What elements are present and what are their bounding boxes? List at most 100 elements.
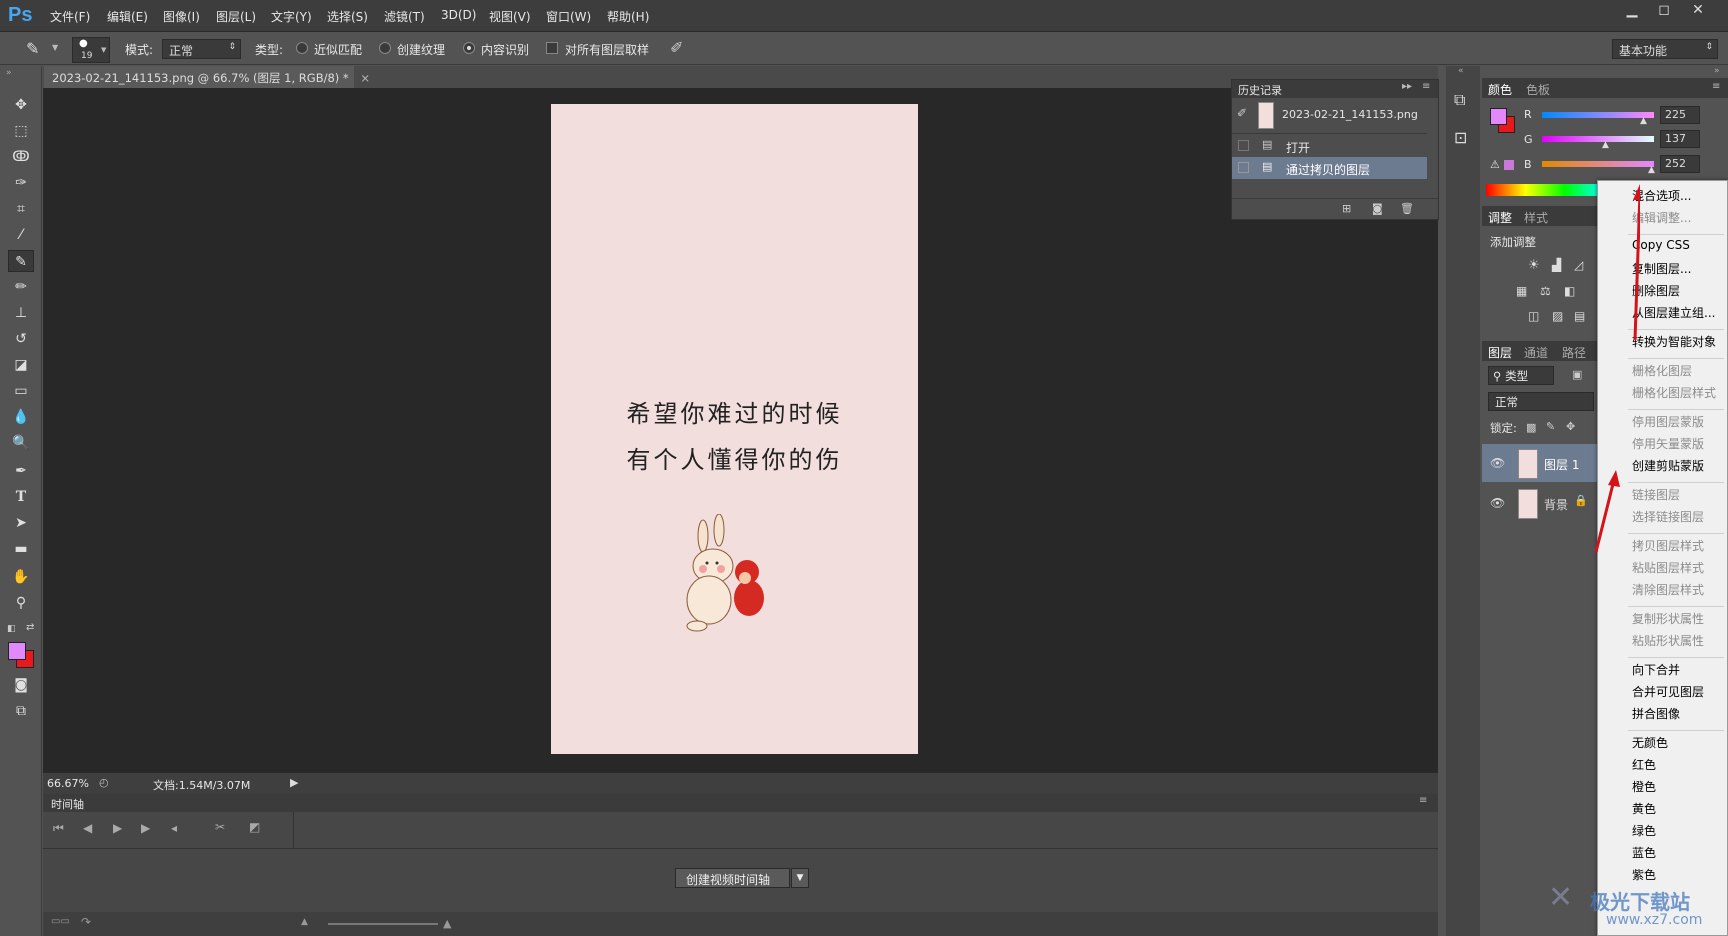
zoom-in-icon[interactable]: ▲ bbox=[443, 917, 451, 930]
gamut-warning-icon[interactable]: ⚠ bbox=[1490, 158, 1500, 171]
minimize-icon[interactable]: ▁ bbox=[1618, 2, 1646, 24]
type-tool-icon[interactable]: T bbox=[8, 486, 34, 508]
move-tool-icon[interactable]: ✥ bbox=[8, 94, 34, 116]
history-item[interactable]: ▤ 打开 bbox=[1232, 135, 1427, 157]
zoom-out-icon[interactable]: ▲ bbox=[301, 917, 308, 927]
eyedropper-tool-icon[interactable]: ⁄ bbox=[8, 224, 34, 246]
close-tab-icon[interactable]: × bbox=[360, 71, 370, 85]
context-menu-item[interactable]: 红色 bbox=[1632, 756, 1656, 773]
blur-tool-icon[interactable]: 💧 bbox=[8, 406, 34, 428]
brush-tool-icon[interactable]: ✏ bbox=[8, 276, 34, 298]
b-value[interactable]: 252 bbox=[1660, 155, 1700, 173]
lock-pixels-icon[interactable]: ✎ bbox=[1546, 420, 1555, 433]
collapse-icon[interactable]: « bbox=[1458, 66, 1464, 76]
hand-tool-icon[interactable]: ✋ bbox=[8, 566, 34, 588]
menu-help[interactable]: 帮助(H) bbox=[607, 8, 649, 25]
hue-sat-icon[interactable]: ▦ bbox=[1516, 284, 1527, 298]
pen-tool-icon[interactable]: ✒ bbox=[8, 460, 34, 482]
gradient-tool-icon[interactable]: ▭ bbox=[8, 380, 34, 402]
audio-icon[interactable]: ◂ bbox=[171, 821, 177, 835]
menu-filter[interactable]: 滤镜(T) bbox=[384, 8, 425, 25]
context-menu-item[interactable]: 无颜色 bbox=[1632, 734, 1668, 751]
panel-menu-icon[interactable]: ≡ bbox=[1419, 795, 1427, 806]
quick-select-tool-icon[interactable]: ✑ bbox=[8, 172, 34, 194]
frames-icon[interactable]: ▭▭ bbox=[51, 916, 70, 927]
next-frame-icon[interactable]: ▶ bbox=[141, 821, 150, 835]
pressure-size-icon[interactable]: ✐ bbox=[670, 38, 683, 57]
tool-preset-dropdown-icon[interactable]: ▼ bbox=[52, 43, 58, 52]
slider-thumb-icon[interactable]: ▲ bbox=[1602, 140, 1609, 150]
context-menu-item[interactable]: 橙色 bbox=[1632, 778, 1656, 795]
convert-icon[interactable]: ↷ bbox=[81, 915, 91, 929]
properties-panel-icon[interactable]: ⊡ bbox=[1454, 128, 1467, 147]
context-menu-item[interactable]: 创建剪贴蒙版 bbox=[1632, 457, 1704, 474]
menu-file[interactable]: 文件(F) bbox=[50, 8, 90, 25]
context-menu-item[interactable]: 黄色 bbox=[1632, 800, 1656, 817]
lock-transparent-icon[interactable]: ▩ bbox=[1526, 421, 1536, 434]
eraser-tool-icon[interactable]: ◪ bbox=[8, 354, 34, 376]
tab-color[interactable]: 颜色 bbox=[1488, 81, 1512, 98]
timeline-zoom-slider[interactable] bbox=[328, 923, 438, 925]
maximize-icon[interactable]: ◻ bbox=[1650, 2, 1678, 24]
context-menu-item[interactable]: 从图层建立组... bbox=[1632, 304, 1715, 321]
default-colors-icon[interactable]: ◧ bbox=[7, 624, 16, 634]
g-slider[interactable] bbox=[1542, 136, 1654, 142]
visibility-eye-icon[interactable]: 👁 bbox=[1490, 496, 1505, 510]
menu-type[interactable]: 文字(Y) bbox=[271, 8, 312, 25]
camera-icon[interactable]: ◙ bbox=[1372, 202, 1383, 215]
radio-content-aware[interactable] bbox=[463, 42, 475, 54]
history-checkbox[interactable] bbox=[1238, 140, 1249, 151]
create-video-timeline-button[interactable]: 创建视频时间轴 bbox=[675, 868, 790, 888]
document-canvas[interactable]: 希望你难过的时候 有个人懂得你的伤 bbox=[551, 104, 918, 754]
invert-icon[interactable]: ◫ bbox=[1528, 309, 1539, 323]
context-menu-item[interactable]: 复制图层... bbox=[1632, 260, 1691, 277]
panel-menu-icon[interactable]: ≡ bbox=[1422, 81, 1430, 92]
status-menu-arrow-icon[interactable]: ▶ bbox=[290, 776, 298, 789]
menu-3d[interactable]: 3D(D) bbox=[441, 8, 476, 22]
history-brush-source-icon[interactable]: ✐ bbox=[1237, 106, 1247, 120]
menu-view[interactable]: 视图(V) bbox=[489, 8, 531, 25]
collapse-icon[interactable]: » bbox=[1714, 66, 1720, 76]
g-value[interactable]: 137 bbox=[1660, 130, 1700, 148]
brightness-icon[interactable]: ☀ bbox=[1528, 258, 1540, 273]
tab-layers[interactable]: 图层 bbox=[1488, 344, 1512, 361]
timeline-dropdown-icon[interactable]: ▼ bbox=[791, 868, 809, 888]
screen-mode-icon[interactable]: ⧉ bbox=[8, 700, 34, 722]
context-menu-item[interactable]: 合并可见图层 bbox=[1632, 683, 1704, 700]
split-clip-icon[interactable]: ✂ bbox=[215, 820, 225, 834]
history-item-selected[interactable]: ▤ 通过拷贝的图层 bbox=[1232, 157, 1427, 179]
document-tab[interactable]: 2023-02-21_141153.png @ 66.7% (图层 1, RGB… bbox=[44, 66, 370, 88]
menu-image[interactable]: 图像(I) bbox=[163, 8, 200, 25]
visibility-eye-icon[interactable]: 👁 bbox=[1490, 456, 1505, 470]
context-menu-item[interactable]: Copy CSS bbox=[1632, 238, 1690, 252]
path-select-tool-icon[interactable]: ➤ bbox=[8, 512, 34, 534]
tab-swatches[interactable]: 色板 bbox=[1526, 81, 1550, 98]
context-menu-item[interactable]: 绿色 bbox=[1632, 822, 1656, 839]
mode-select[interactable]: 正常 ⇕ bbox=[162, 39, 241, 59]
crop-tool-icon[interactable]: ⌗ bbox=[8, 198, 34, 220]
rectangle-tool-icon[interactable]: ▬ bbox=[8, 538, 34, 560]
menu-window[interactable]: 窗口(W) bbox=[546, 8, 591, 25]
play-icon[interactable]: ▶ bbox=[113, 821, 122, 835]
dodge-tool-icon[interactable]: 🔍 bbox=[8, 432, 34, 454]
expand-icon[interactable]: ▸▸ bbox=[1402, 81, 1412, 92]
history-snapshot[interactable]: ✐ 2023-02-21_141153.png bbox=[1232, 98, 1427, 134]
radio-proximity[interactable] bbox=[296, 42, 308, 54]
transition-icon[interactable]: ◩ bbox=[249, 820, 260, 834]
zoom-tool-icon[interactable]: ⚲ bbox=[8, 592, 34, 614]
close-icon[interactable]: ✕ bbox=[1684, 2, 1712, 24]
healing-brush-tool-icon[interactable]: ✎ bbox=[8, 250, 34, 272]
layer-filter-select[interactable]: ⚲ 类型 bbox=[1488, 366, 1554, 385]
context-menu-item[interactable]: 转换为智能对象 bbox=[1632, 333, 1716, 350]
r-slider[interactable] bbox=[1542, 112, 1654, 118]
new-document-icon[interactable]: ⊞ bbox=[1342, 202, 1351, 215]
marquee-tool-icon[interactable]: ⬚ bbox=[8, 120, 34, 142]
context-menu-item[interactable]: 蓝色 bbox=[1632, 844, 1656, 861]
sample-all-layers-checkbox[interactable] bbox=[546, 42, 558, 54]
menu-edit[interactable]: 编辑(E) bbox=[107, 8, 148, 25]
context-menu-item[interactable]: 混合选项... bbox=[1632, 187, 1691, 204]
history-panel-icon[interactable]: ⧉ bbox=[1454, 90, 1465, 110]
tab-styles[interactable]: 样式 bbox=[1524, 209, 1548, 226]
history-brush-tool-icon[interactable]: ↺ bbox=[8, 328, 34, 350]
tab-channels[interactable]: 通道 bbox=[1524, 344, 1548, 361]
